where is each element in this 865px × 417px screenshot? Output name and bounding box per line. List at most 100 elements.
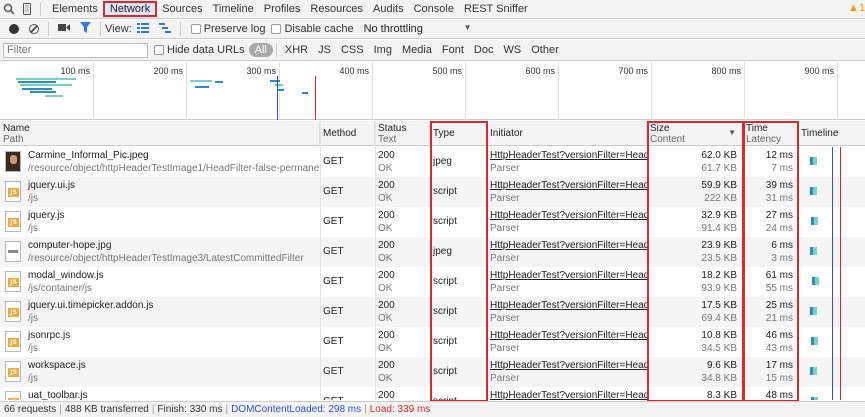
filter-input[interactable] — [3, 42, 148, 58]
filter-type-all[interactable]: All — [248, 43, 273, 57]
column-header-timeline[interactable]: Timeline — [798, 121, 865, 146]
name-cell[interactable]: jquery.js/js — [0, 207, 320, 237]
tab-timeline[interactable]: Timeline — [208, 1, 259, 17]
clear-icon[interactable] — [29, 24, 39, 34]
initiator-link[interactable]: HttpHeaderTest?versionFilter=HeadFi... — [490, 270, 647, 281]
column-header-status[interactable]: Status Text — [375, 121, 430, 146]
initiator-cell[interactable]: HttpHeaderTest?versionFilter=HeadFi... — [487, 387, 647, 400]
large-rows-icon[interactable] — [136, 22, 149, 36]
transfer-size: 62.0 KB — [701, 150, 737, 161]
name-cell[interactable]: workspace.js/js — [0, 357, 320, 387]
column-divider — [798, 121, 799, 400]
request-row[interactable]: jquery.js/jsGET200OKscriptHttpHeaderTest… — [0, 207, 865, 237]
throttling-value: No throttling — [363, 23, 423, 35]
tab-resources[interactable]: Resources — [305, 1, 368, 17]
preserve-log-checkbox[interactable] — [190, 24, 201, 34]
tab-network[interactable]: Network — [102, 1, 158, 17]
view-label: View: — [105, 23, 132, 35]
filter-type-media[interactable]: Media — [397, 44, 437, 56]
column-header-name[interactable]: Name Path — [0, 121, 320, 146]
request-row[interactable]: modal_window.js/js/container/jsGET200OKs… — [0, 267, 865, 297]
initiator-cell[interactable]: HttpHeaderTest?versionFilter=HeadFi... Pa… — [487, 207, 647, 237]
filter-type-font[interactable]: Font — [437, 44, 469, 56]
initiator-cell[interactable]: HttpHeaderTest?versionFilter=HeadFi... Pa… — [487, 147, 647, 177]
name-cell[interactable]: jsonrpc.js/js — [0, 327, 320, 357]
initiator-cell[interactable]: HttpHeaderTest?versionFilter=HeadFi... Pa… — [487, 177, 647, 207]
waterfall-waiting-bar — [813, 187, 817, 195]
screenshot-capture-icon[interactable] — [58, 23, 70, 35]
tab-elements[interactable]: Elements — [47, 1, 103, 17]
waterfall-cell — [798, 267, 865, 297]
overview-gridline — [372, 62, 373, 120]
initiator-cell[interactable]: HttpHeaderTest?versionFilter=HeadFi... Pa… — [487, 297, 647, 327]
status-cell: 200 OK — [375, 237, 430, 267]
name-cell[interactable]: jquery.ui.timepicker.addon.js/js — [0, 297, 320, 327]
network-summary-bar: 66 requests | 488 KB transferred | Finish: 3… — [0, 401, 865, 417]
content-size: 93.9 KB — [701, 283, 737, 294]
method-cell: GET — [320, 267, 375, 297]
warning-indicator[interactable]: ▲1 — [848, 2, 865, 14]
initiator-cell[interactable]: HttpHeaderTest?versionFilter=HeadFi... Pa… — [487, 357, 647, 387]
request-row[interactable]: workspace.js/jsGET200OKscriptHttpHeaderT… — [0, 357, 865, 387]
filter-type-other[interactable]: Other — [526, 44, 564, 56]
initiator-link[interactable]: HttpHeaderTest?versionFilter=HeadFi... — [490, 180, 647, 191]
throttling-select[interactable]: No throttling ▼ — [364, 23, 472, 35]
initiator-cell[interactable]: HttpHeaderTest?versionFilter=HeadFi... Pa… — [487, 327, 647, 357]
request-row[interactable]: Carmine_Informal_Pic.jpeg/resource/objec… — [0, 147, 865, 177]
filter-icon[interactable] — [80, 22, 91, 36]
initiator-link[interactable]: HttpHeaderTest?versionFilter=HeadFi... — [490, 150, 647, 161]
disable-cache-checkbox[interactable] — [271, 24, 282, 34]
tab-rest-sniffer[interactable]: REST Sniffer — [459, 1, 533, 17]
inspect-element-icon[interactable] — [0, 0, 18, 18]
column-header-type[interactable]: Type — [430, 121, 487, 146]
initiator-link[interactable]: HttpHeaderTest?versionFilter=HeadFi... — [490, 300, 647, 311]
js-file-icon — [5, 361, 21, 382]
sort-descending-icon: ▼ — [728, 128, 736, 137]
filter-type-css[interactable]: CSS — [336, 44, 369, 56]
initiator-cell[interactable]: HttpHeaderTest?versionFilter=HeadFi... Pa… — [487, 237, 647, 267]
transfer-size: 10.8 KB — [701, 330, 737, 341]
divider — [48, 22, 49, 36]
time-cell: 12 ms 7 ms — [743, 147, 796, 177]
js-file-icon — [5, 181, 21, 202]
initiator-link[interactable]: HttpHeaderTest?versionFilter=HeadFi... — [490, 330, 647, 341]
name-cell[interactable]: computer-hope.jpg/resource/object/httpHe… — [0, 237, 320, 267]
column-header-size[interactable]: Size Content ▼ — [647, 121, 743, 146]
initiator-link[interactable]: HttpHeaderTest?versionFilter=HeadFi... — [490, 390, 647, 400]
filter-type-img[interactable]: Img — [369, 44, 397, 56]
tab-audits[interactable]: Audits — [368, 1, 409, 17]
overview-waterfall-icon[interactable] — [158, 22, 171, 36]
separator: | — [225, 404, 229, 415]
name-cell[interactable]: jquery.ui.js/js — [0, 177, 320, 207]
filter-type-doc[interactable]: Doc — [469, 44, 499, 56]
tab-profiles[interactable]: Profiles — [259, 1, 306, 17]
request-row[interactable]: jsonrpc.js/jsGET200OKscriptHttpHeaderTes… — [0, 327, 865, 357]
request-row[interactable]: uat_toolbar.js GET 200 script HttpHeaderTest… — [0, 387, 865, 400]
tab-sources[interactable]: Sources — [157, 1, 207, 17]
initiator-link[interactable]: HttpHeaderTest?versionFilter=HeadFi... — [490, 210, 647, 221]
initiator-link[interactable]: HttpHeaderTest?versionFilter=HeadFi... — [490, 360, 647, 371]
initiator-cell[interactable]: HttpHeaderTest?versionFilter=HeadFi... Pa… — [487, 267, 647, 297]
filter-type-js[interactable]: JS — [313, 44, 336, 56]
tab-console[interactable]: Console — [409, 1, 459, 17]
filter-type-xhr[interactable]: XHR — [280, 44, 313, 56]
type-cell: script — [430, 357, 487, 387]
request-time: 25 ms — [765, 300, 793, 311]
request-row[interactable]: computer-hope.jpg/resource/object/httpHe… — [0, 237, 865, 267]
device-mode-icon[interactable] — [18, 0, 36, 18]
column-header-initiator[interactable]: Initiator — [487, 121, 647, 146]
network-overview[interactable]: 100 ms 200 ms 300 ms 400 ms 500 ms 600 ms 700 … — [0, 62, 865, 120]
name-cell[interactable]: uat_toolbar.js — [0, 387, 320, 400]
waterfall-cell — [798, 237, 865, 267]
name-cell[interactable]: modal_window.js/js/container/js — [0, 267, 320, 297]
request-row[interactable]: jquery.ui.timepicker.addon.js/jsGET200OK… — [0, 297, 865, 327]
js-file-icon — [5, 301, 21, 322]
name-cell[interactable]: Carmine_Informal_Pic.jpeg/resource/objec… — [0, 147, 320, 177]
initiator-link[interactable]: HttpHeaderTest?versionFilter=HeadFi... — [490, 240, 647, 251]
filter-type-ws[interactable]: WS — [498, 44, 526, 56]
record-icon[interactable] — [9, 24, 19, 34]
column-header-time[interactable]: Time Latency — [743, 121, 798, 146]
hide-data-urls-checkbox[interactable] — [154, 45, 164, 55]
request-row[interactable]: jquery.ui.js/jsGET200OKscriptHttpHeaderT… — [0, 177, 865, 207]
column-header-method[interactable]: Method — [320, 121, 375, 146]
